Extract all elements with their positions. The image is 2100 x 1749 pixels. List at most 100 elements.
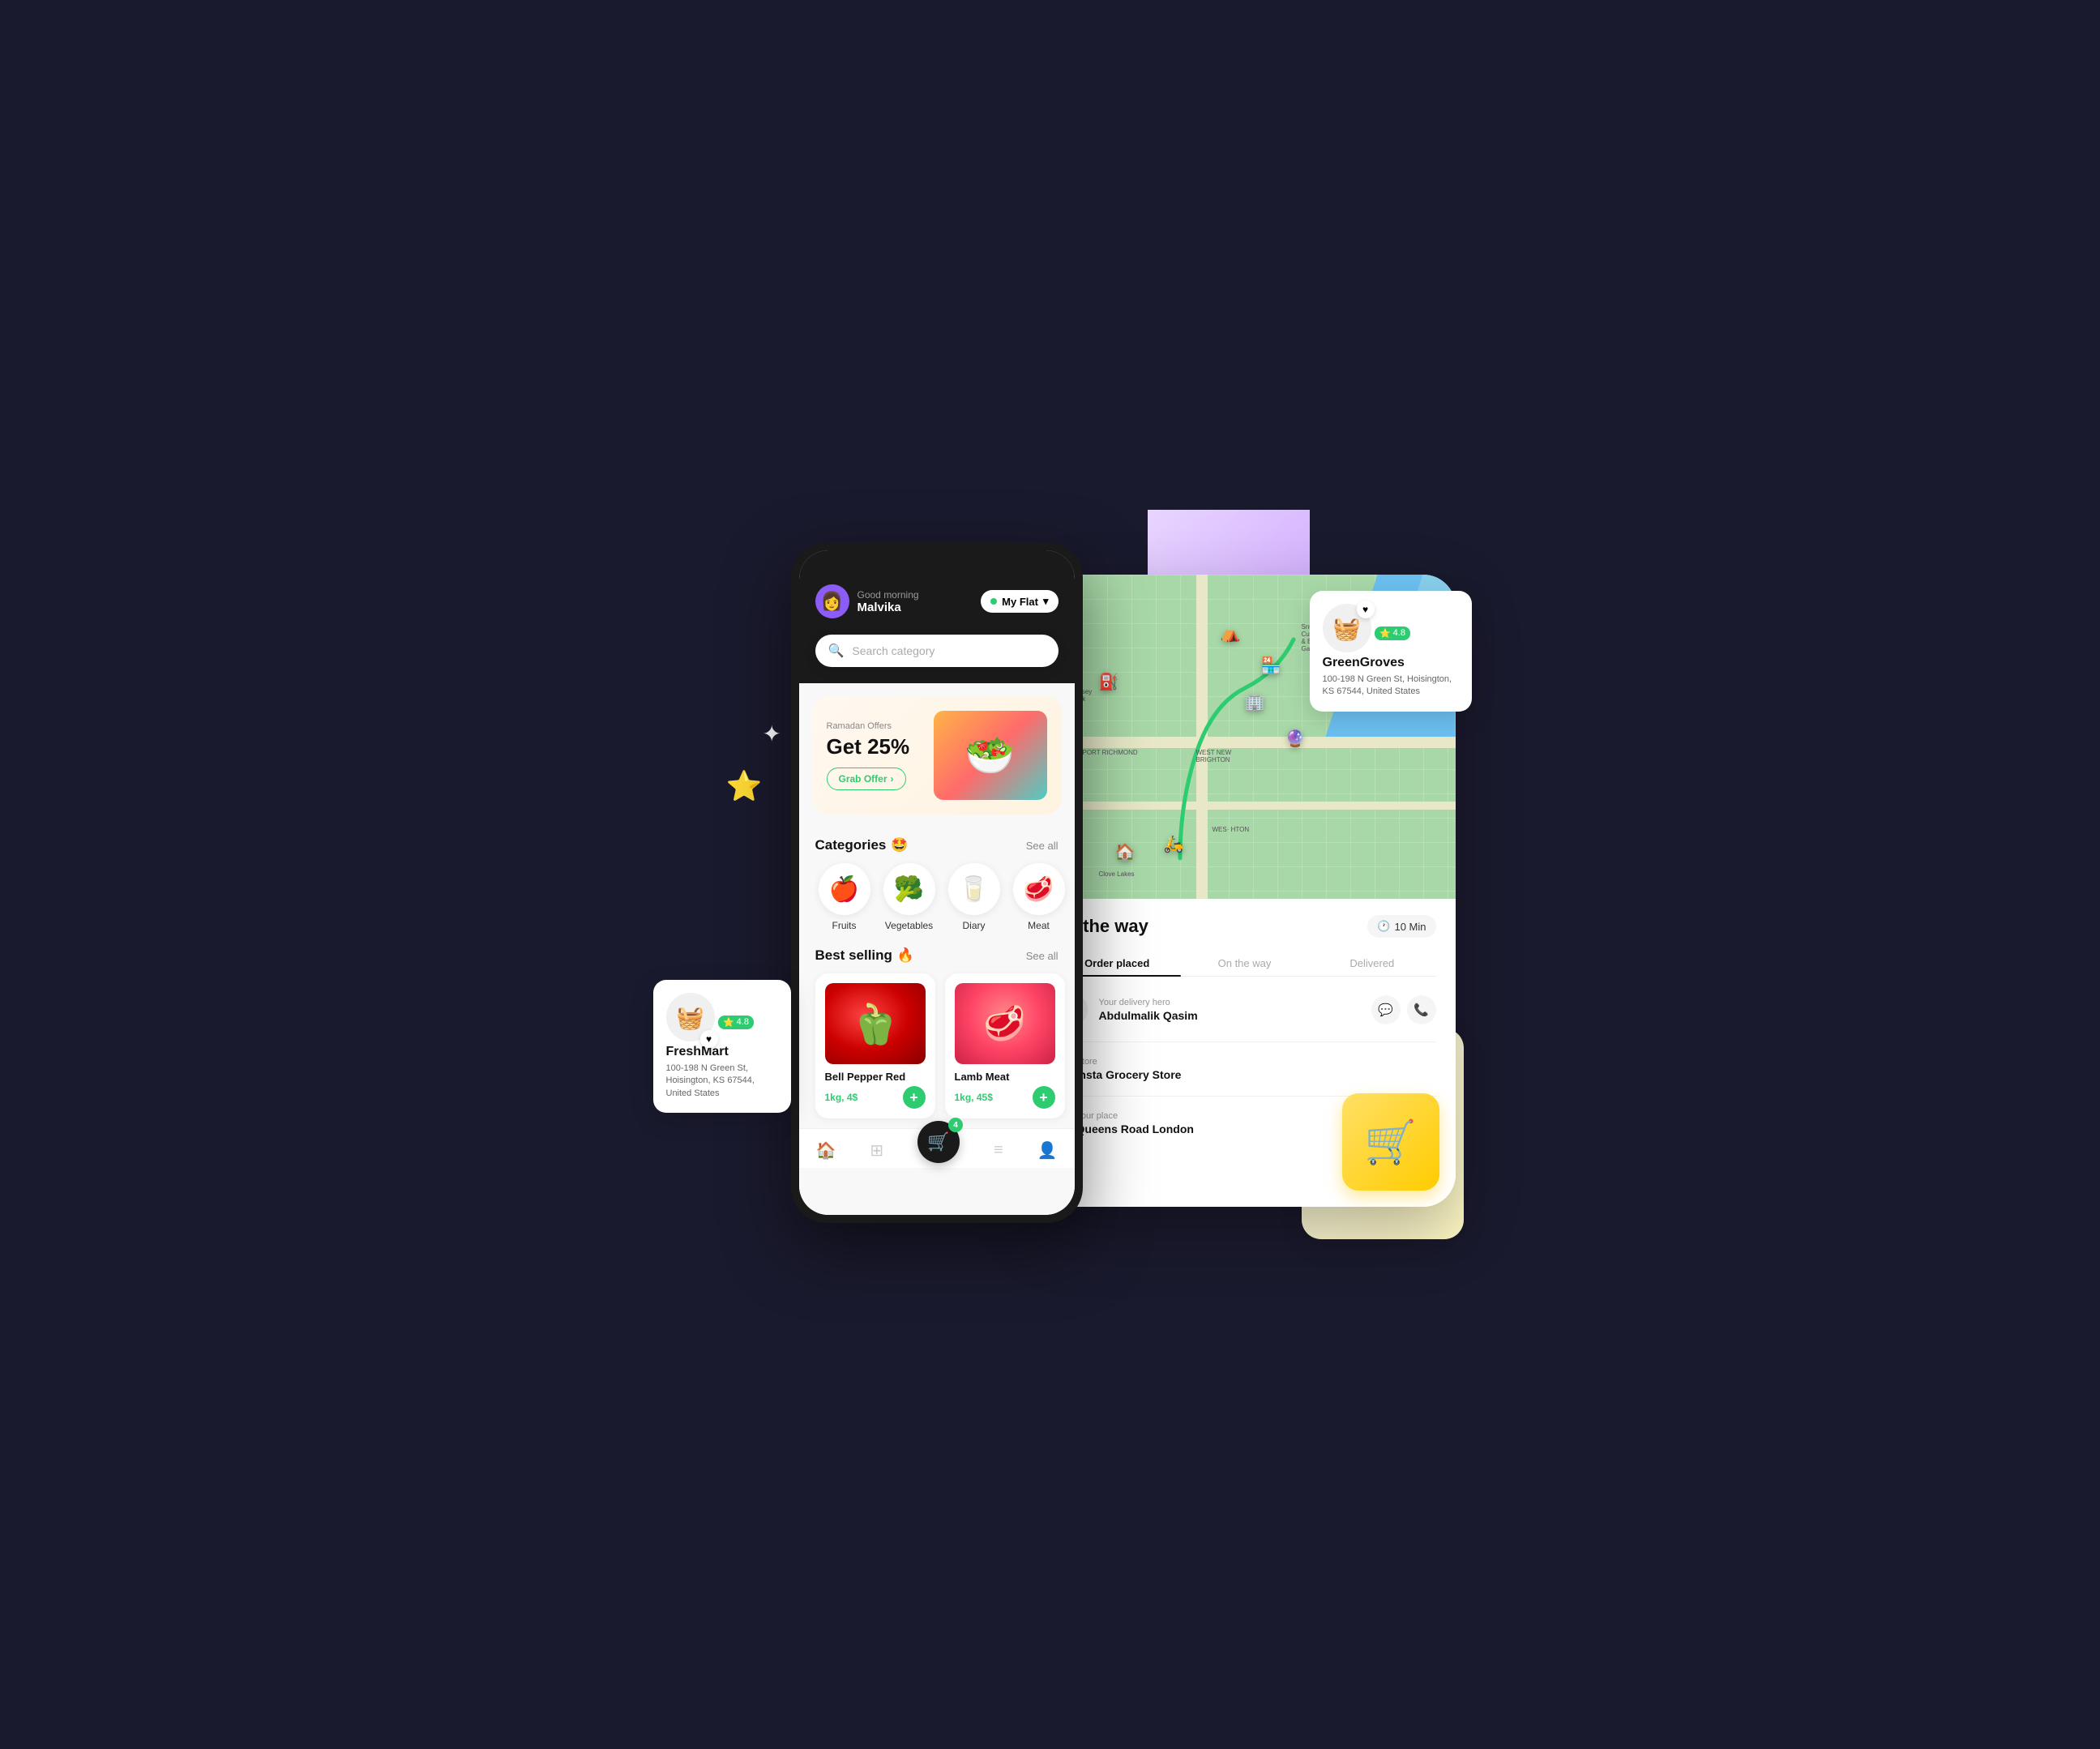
grab-offer-button[interactable]: Grab Offer › <box>827 768 906 790</box>
search-bar[interactable]: 🔍 Search category <box>815 635 1059 667</box>
lamb-img-visual: 🥩 <box>955 983 1055 1064</box>
bottom-basket-icon: 🛒 <box>1342 1093 1439 1191</box>
gas-station-icon: ⛽ <box>1099 672 1119 692</box>
bell-pepper-img-visual: 🫑 <box>825 983 926 1064</box>
promo-banner: Ramadan Offers Get 25% Grab Offer › 🥗 <box>812 696 1062 815</box>
store-row: Store Insta Grocery Store <box>1054 1057 1436 1097</box>
scene: ✦ ⭐ 🧺 ♥ ⭐ 4.8 FreshMart 100-198 N Green … <box>645 510 1456 1239</box>
nav-profile[interactable]: 👤 <box>1037 1140 1058 1161</box>
tab-on-the-way[interactable]: On the way <box>1181 951 1308 976</box>
green-building-icon: 🏢 <box>1245 692 1265 712</box>
categories-title: Categories 🤩 <box>815 837 909 853</box>
best-selling-header: Best selling 🔥 See all <box>799 938 1075 970</box>
vegetables-label: Vegetables <box>885 920 933 931</box>
cart-button[interactable]: 🛒 4 <box>917 1121 960 1163</box>
banner-tag: Ramadan Offers <box>827 721 934 731</box>
add-bell-pepper-button[interactable]: + <box>903 1086 926 1109</box>
greengroves-address: 100-198 N Green St, Hoisington, KS 67544… <box>1323 674 1459 699</box>
map-label-wnb: WEST NEWBRIGHTON <box>1196 749 1232 763</box>
avatar: 👩 <box>815 584 849 618</box>
add-lamb-meat-button[interactable]: + <box>1033 1086 1055 1109</box>
bell-pepper-price: 1kg, 4$ <box>825 1092 858 1103</box>
category-vegetables[interactable]: 🥦 Vegetables <box>880 863 939 931</box>
diary-label: Diary <box>962 920 985 931</box>
delivery-hero-row: 🧑 Your delivery hero Abdulmalik Qasim 💬 … <box>1054 993 1436 1042</box>
map-label-port: PORT RICHMOND <box>1083 749 1138 756</box>
freshmart-name: FreshMart <box>666 1045 778 1059</box>
hero-label: Your delivery hero <box>1099 998 1360 1007</box>
best-selling-title: Best selling 🔥 <box>815 947 915 964</box>
category-diary[interactable]: 🥛 Diary <box>945 863 1003 931</box>
category-meat[interactable]: 🥩 Meat <box>1010 863 1068 931</box>
star-decoration: ⭐ <box>726 769 767 810</box>
meat-icon: 🥩 <box>1013 863 1065 915</box>
greengroves-rating: ⭐ 4.8 <box>1375 626 1410 640</box>
message-button[interactable]: 💬 <box>1371 995 1401 1024</box>
meat-label: Meat <box>1028 920 1050 931</box>
delivery-actions: 💬 📞 <box>1371 995 1436 1024</box>
sparkle-decoration: ✦ <box>763 721 781 747</box>
awning-map-icon: ⛺ <box>1221 623 1241 644</box>
categories-header: Categories 🤩 See all <box>799 827 1075 860</box>
lamb-meat-image: 🥩 <box>955 983 1055 1064</box>
search-placeholder: Search category <box>852 644 935 657</box>
category-fruits[interactable]: 🍎 Fruits <box>815 863 874 931</box>
status-bar <box>799 550 1075 575</box>
search-icon: 🔍 <box>828 643 845 659</box>
clock-icon: 🕐 <box>1377 920 1390 933</box>
search-area: 🔍 Search category <box>799 635 1075 683</box>
freshmart-address: 100-198 N Green St, Hoisington, KS 67544… <box>666 1063 778 1100</box>
greeting-text: Good morning <box>858 589 919 601</box>
freshmart-card: 🧺 ♥ ⭐ 4.8 FreshMart 100-198 N Green St, … <box>653 980 791 1113</box>
product-bell-pepper: 🫑 Bell Pepper Red 1kg, 4$ + <box>815 973 935 1118</box>
tab-delivered[interactable]: Delivered <box>1308 951 1435 976</box>
fruits-icon: 🍎 <box>819 863 870 915</box>
bell-pepper-image: 🫑 <box>825 983 926 1064</box>
username: Malvika <box>858 601 919 614</box>
phone-content: 👩 Good morning Malvika My Flat ▾ <box>799 575 1075 1215</box>
store-name: Insta Grocery Store <box>1076 1068 1436 1081</box>
location-chevron: ▾ <box>1043 595 1049 608</box>
progress-tabs: Order placed On the way Delivered <box>1054 951 1436 977</box>
store-map-icon: 🏪 <box>1261 656 1281 676</box>
freshmart-rating: ⭐ 4.8 <box>718 1016 754 1029</box>
time-value: 10 Min <box>1394 921 1426 933</box>
products-row: 🫑 Bell Pepper Red 1kg, 4$ + 🥩 Lamb <box>799 970 1075 1128</box>
greengroves-heart-icon: ♥ <box>1357 601 1375 618</box>
lamb-meat-name: Lamb Meat <box>955 1071 1055 1083</box>
vegetables-icon: 🥦 <box>883 863 935 915</box>
call-button[interactable]: 📞 <box>1407 995 1436 1024</box>
best-selling-see-all[interactable]: See all <box>1026 950 1059 962</box>
categories-row: 🍎 Fruits 🥦 Vegetables 🥛 Diary 🥩 Meat <box>799 860 1075 938</box>
categories-see-all[interactable]: See all <box>1026 840 1059 852</box>
fruits-label: Fruits <box>832 920 857 931</box>
store-label: Store <box>1076 1057 1436 1067</box>
map-label-wh: WES· HTON <box>1213 826 1250 833</box>
app-header: 👩 Good morning Malvika My Flat ▾ <box>799 575 1075 635</box>
bottom-nav: 🏠 ⊞ 🛒 4 ≡ 👤 <box>799 1128 1075 1168</box>
bell-pepper-name: Bell Pepper Red <box>825 1071 926 1083</box>
location-pill[interactable]: My Flat ▾ <box>981 590 1058 613</box>
nav-grid[interactable]: ⊞ <box>870 1140 883 1161</box>
hero-name: Abdulmalik Qasim <box>1099 1009 1360 1022</box>
scooter-icon: 🛵 <box>1164 834 1184 854</box>
lamb-meat-price: 1kg, 45$ <box>955 1092 993 1103</box>
diary-icon: 🥛 <box>948 863 1000 915</box>
purple-marker-icon: 🔮 <box>1285 729 1306 749</box>
banner-title: Get 25% <box>827 734 934 759</box>
home-map-icon: 🏠 <box>1115 842 1136 862</box>
freshmart-heart-icon: ♥ <box>700 1030 718 1048</box>
map-label-clove: Clove Lakes <box>1099 870 1135 878</box>
nav-home[interactable]: 🏠 <box>815 1140 836 1161</box>
location-dot <box>990 598 997 605</box>
nav-menu[interactable]: ≡ <box>994 1141 1003 1160</box>
time-badge: 🕐 10 Min <box>1367 915 1435 938</box>
greengroves-name: GreenGroves <box>1323 656 1459 670</box>
greengroves-card: 🧺 ♥ ⭐ 4.8 GreenGroves 100-198 N Green St… <box>1310 591 1472 712</box>
location-text: My Flat <box>1002 596 1038 608</box>
product-lamb-meat: 🥩 Lamb Meat 1kg, 45$ + <box>945 973 1065 1118</box>
banner-image: 🥗 <box>934 711 1047 800</box>
user-info: 👩 Good morning Malvika <box>815 584 919 618</box>
main-phone: 👩 Good morning Malvika My Flat ▾ <box>791 542 1083 1223</box>
cart-badge: 4 <box>948 1118 963 1132</box>
